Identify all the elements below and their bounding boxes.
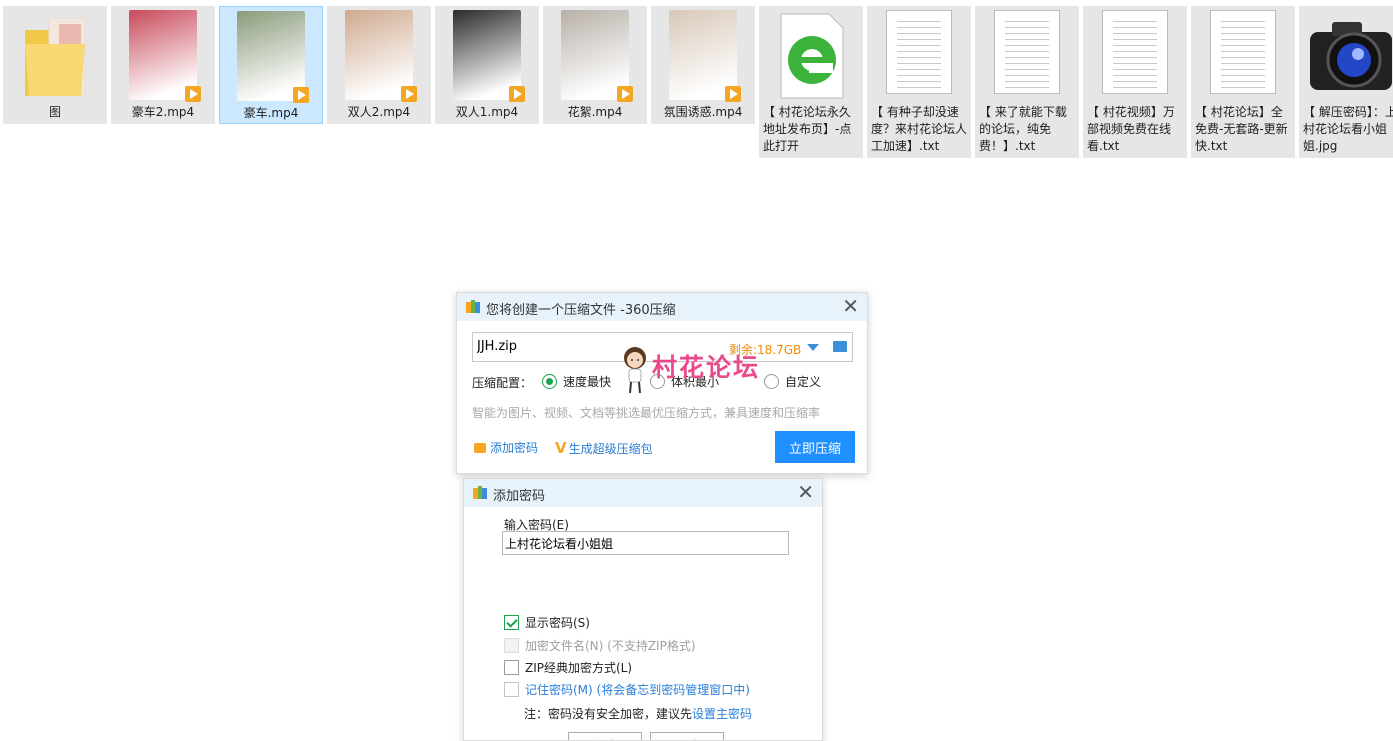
chevron-down-icon[interactable]	[807, 344, 819, 351]
video-thumbnail	[669, 10, 741, 102]
watermark: 村花论坛	[620, 344, 780, 394]
video-thumbnail	[345, 10, 417, 102]
file-name: 【 来了就能下载的论坛，纯免费！】.txt	[979, 105, 1067, 153]
set-master-password-link[interactable]: 设置主密码	[692, 707, 752, 721]
play-icon	[617, 86, 633, 102]
file-name: 花絮.mp4	[567, 105, 623, 119]
ok-button[interactable]: 确认	[568, 732, 642, 740]
cancel-button[interactable]: 取消	[650, 732, 724, 740]
text-file-icon	[1210, 10, 1276, 94]
video-thumbnail	[453, 10, 525, 102]
file-name: 【 解压密码】：上村花论坛看小姐姐.jpg	[1303, 105, 1393, 153]
file-name: 【 有种子却没速度？来村花论坛人工加速】.txt	[871, 105, 968, 153]
file-name: 【 村花论坛】全免费-无套路-更新快.txt	[1195, 105, 1288, 153]
file-name: 氛围诱惑.mp4	[663, 105, 743, 119]
file-item[interactable]: 氛围诱惑.mp4	[651, 6, 755, 124]
file-name: 双人2.mp4	[347, 105, 411, 119]
file-item[interactable]: 图	[3, 6, 107, 124]
file-name: 豪车2.mp4	[131, 105, 195, 119]
zip-classic-checkbox[interactable]: ZIP经典加密方式(L)	[504, 659, 632, 676]
security-note: 注：密码没有安全加密，建议先设置主密码	[524, 707, 753, 721]
compress-dialog-title: 您将创建一个压缩文件 -360压缩	[486, 303, 676, 318]
file-item[interactable]: 【 来了就能下载的论坛，纯免费！】.txt	[975, 6, 1079, 158]
file-item[interactable]: 【 解压密码】：上村花论坛看小姐姐.jpg	[1299, 6, 1393, 158]
folder-icon	[25, 17, 86, 97]
v-icon: V	[555, 439, 567, 457]
password-dialog-titlebar[interactable]: 添加密码 ✕	[464, 479, 822, 507]
file-item[interactable]: 【 有种子却没速度？来村花论坛人工加速】.txt	[867, 6, 971, 158]
camera-icon	[1310, 22, 1392, 90]
file-item[interactable]: 【 村花论坛】全免费-无套路-更新快.txt	[1191, 6, 1295, 158]
girl-mascot-icon	[624, 347, 646, 394]
checkbox-icon	[504, 660, 519, 675]
encrypt-filenames-checkbox[interactable]: 加密文件名(N) (不支持ZIP格式)	[504, 637, 696, 654]
ie-browser-icon	[780, 13, 844, 99]
text-file-icon	[994, 10, 1060, 94]
text-file-icon	[1102, 10, 1168, 94]
password-dialog: 添加密码 ✕ 输入密码(E) 显示密码(S) 加密文件名(N) (不支持ZIP格…	[463, 478, 823, 741]
file-name: 【 村花论坛永久地址发布页】-点此打开	[763, 105, 852, 153]
close-icon[interactable]: ✕	[797, 482, 814, 502]
file-item[interactable]: 双人1.mp4	[435, 6, 539, 124]
play-icon	[293, 87, 309, 103]
file-item[interactable]: 豪车.mp4	[219, 6, 323, 124]
watermark-text: 村花论坛	[652, 353, 761, 382]
config-label: 压缩配置：	[472, 376, 533, 390]
radio-checked-icon	[542, 374, 557, 389]
video-thumbnail	[561, 10, 633, 102]
lock-icon	[474, 443, 486, 453]
video-thumbnail	[129, 10, 201, 102]
file-name: 图	[48, 105, 61, 119]
password-dialog-title: 添加密码	[493, 489, 546, 504]
file-item[interactable]: 花絮.mp4	[543, 6, 647, 124]
config-description: 智能为图片、视频、文档等挑选最优压缩方式，兼具速度和压缩率	[472, 406, 821, 420]
checkbox-icon	[504, 638, 519, 653]
file-item[interactable]: 【 村花论坛永久地址发布页】-点此打开	[759, 6, 863, 158]
play-icon	[509, 86, 525, 102]
play-icon	[401, 86, 417, 102]
file-item[interactable]: 【 村花视频】万部视频免费在线看.txt	[1083, 6, 1187, 158]
folder-icon[interactable]	[833, 341, 847, 352]
file-name: 【 村花视频】万部视频免费在线看.txt	[1087, 105, 1175, 153]
compress-dialog-titlebar[interactable]: 您将创建一个压缩文件 -360压缩 ✕	[457, 293, 867, 321]
radio-fastest[interactable]: 速度最快	[542, 373, 611, 390]
file-item[interactable]: 豪车2.mp4	[111, 6, 215, 124]
add-password-link[interactable]: 添加密码	[474, 439, 538, 456]
checkbox-icon	[504, 682, 519, 697]
play-icon	[725, 86, 741, 102]
file-name: 豪车.mp4	[243, 106, 299, 120]
video-thumbnail	[237, 11, 309, 103]
file-grid: 图 豪车2.mp4 豪车.mp4 双人2.mp4 双人1.mp4 花絮.mp4 氛围诱惑.m…	[0, 0, 1393, 160]
archive-icon	[473, 486, 487, 499]
checkbox-checked-icon	[504, 615, 519, 630]
text-file-icon	[886, 10, 952, 94]
remember-password-checkbox[interactable]: 记住密码(M) (将会备忘到密码管理窗口中)	[504, 681, 750, 698]
archive-icon	[466, 300, 480, 313]
close-icon[interactable]: ✕	[842, 296, 859, 316]
file-item[interactable]: 双人2.mp4	[327, 6, 431, 124]
show-password-checkbox[interactable]: 显示密码(S)	[504, 614, 590, 631]
super-package-link[interactable]: V 生成超级压缩包	[555, 439, 653, 457]
password-input[interactable]	[502, 531, 789, 555]
compress-now-button[interactable]: 立即压缩	[775, 431, 855, 463]
play-icon	[185, 86, 201, 102]
file-name: 双人1.mp4	[455, 105, 519, 119]
